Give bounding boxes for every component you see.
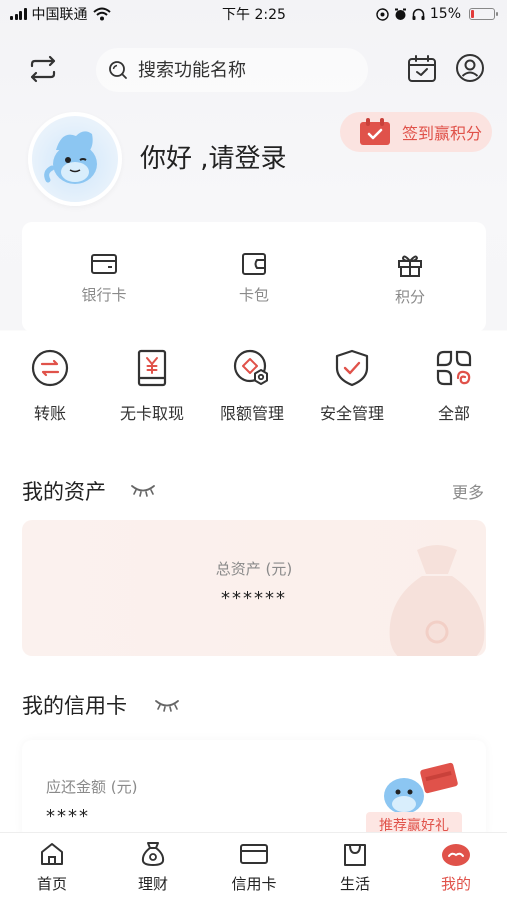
user-profile-button[interactable] (455, 53, 485, 83)
cardless-withdraw-icon (137, 349, 167, 387)
checkin-calendar-icon (360, 118, 390, 145)
security-manage-action[interactable]: 安全管理 (302, 348, 402, 424)
signin-reward-button[interactable]: 签到赢积分 (340, 112, 492, 152)
eye-closed-icon[interactable] (154, 698, 180, 712)
cardless-withdraw-action[interactable]: 无卡取现 (102, 348, 202, 424)
wealth-icon (141, 842, 165, 867)
status-bar: 中国联通 下午 2:25 15% (0, 0, 507, 28)
cardless-withdraw-label: 无卡取现 (119, 404, 184, 423)
user-icon (456, 54, 484, 82)
status-right: 15% (376, 6, 498, 22)
limit-manage-label: 限额管理 (219, 404, 284, 423)
card-pack-icon (242, 253, 266, 275)
battery-percent: 15% (429, 6, 461, 22)
home-icon (41, 843, 63, 865)
switch-icon (30, 55, 56, 83)
shield-check-icon (335, 349, 369, 387)
due-amount-value: **** (46, 806, 90, 827)
search-bar[interactable] (96, 48, 368, 92)
limit-manage-icon (233, 349, 268, 385)
tab-wealth-label: 理财 (137, 875, 168, 893)
all-functions-label: 全部 (437, 404, 470, 423)
security-manage-label: 安全管理 (319, 404, 384, 423)
status-left: 中国联通 (10, 4, 111, 24)
due-amount-label: 应还金额 (元) (46, 778, 138, 796)
mascot-with-card-icon (384, 762, 458, 814)
avatar[interactable] (28, 112, 122, 206)
card-pack-shortcut[interactable]: 卡包 (194, 252, 314, 305)
calendar-icon (408, 55, 436, 82)
transfer-label: 转账 (33, 404, 66, 423)
search-icon (109, 61, 127, 79)
signal-icon (10, 8, 27, 20)
credit-card-icon (240, 844, 268, 864)
limit-manage-action[interactable]: 限额管理 (202, 348, 302, 424)
app-page: 中国联通 下午 2:25 15% 搜索功能名称 你好 ,请登录 签到赢积分 银行… (0, 0, 507, 900)
tab-life[interactable]: 生活 (315, 841, 395, 894)
alarm-icon (394, 8, 406, 20)
assets-more-link[interactable]: 更多 (452, 479, 484, 503)
eye-closed-icon[interactable] (130, 483, 156, 497)
switch-account-button[interactable] (26, 54, 60, 84)
wallet-icon (91, 254, 117, 274)
top-header (0, 40, 507, 98)
tab-home[interactable]: 首页 (12, 841, 92, 894)
mascot-dolphin-icon (44, 131, 97, 184)
credit-card-summary[interactable]: 应还金额 (元) **** 推荐赢好礼 (22, 740, 486, 840)
mine-icon (442, 844, 470, 866)
calendar-button[interactable] (406, 54, 438, 84)
bank-card-shortcut[interactable]: 银行卡 (44, 252, 164, 305)
tab-credit-card[interactable]: 信用卡 (214, 841, 294, 894)
card-pack-label: 卡包 (238, 286, 269, 304)
login-greeting[interactable]: 你好 ,请登录 (140, 138, 287, 175)
wifi-icon (92, 7, 111, 21)
clock-label: 下午 2:25 (222, 7, 286, 23)
tab-credit-card-label: 信用卡 (231, 875, 277, 893)
bottom-tab-bar: 首页 理财 信用卡 生活 我的 (0, 832, 507, 900)
battery-icon (469, 8, 498, 20)
battery-level (471, 10, 474, 18)
gift-icon (398, 255, 422, 277)
tab-wealth[interactable]: 理财 (113, 841, 193, 894)
shopping-bag-icon (344, 844, 366, 866)
tab-mine-label: 我的 (440, 875, 471, 893)
all-apps-icon (436, 350, 472, 386)
tab-mine[interactable]: 我的 (416, 841, 496, 894)
credit-section-title: 我的信用卡 (22, 694, 127, 718)
location-lock-icon (376, 7, 389, 21)
points-shortcut[interactable]: 积分 (350, 252, 470, 307)
transfer-icon (31, 349, 69, 387)
assets-section-title: 我的资产 (22, 480, 106, 504)
total-assets-label: 总资产 (元) (215, 560, 293, 578)
all-functions-action[interactable]: 全部 (404, 348, 504, 424)
total-assets-value: ****** (221, 588, 287, 609)
card-shortcuts: 银行卡 卡包 积分 (22, 222, 486, 332)
tab-life-label: 生活 (339, 875, 370, 893)
bank-card-label: 银行卡 (81, 286, 127, 304)
carrier-label: 中国联通 (31, 7, 88, 23)
signin-reward-label: 签到赢积分 (402, 124, 483, 143)
headphones-icon (412, 8, 425, 20)
search-input[interactable] (138, 59, 338, 81)
transfer-action[interactable]: 转账 (0, 348, 100, 424)
tab-home-label: 首页 (36, 875, 67, 893)
total-assets-card[interactable]: 总资产 (元) ****** (22, 520, 486, 656)
points-label: 积分 (394, 288, 425, 306)
